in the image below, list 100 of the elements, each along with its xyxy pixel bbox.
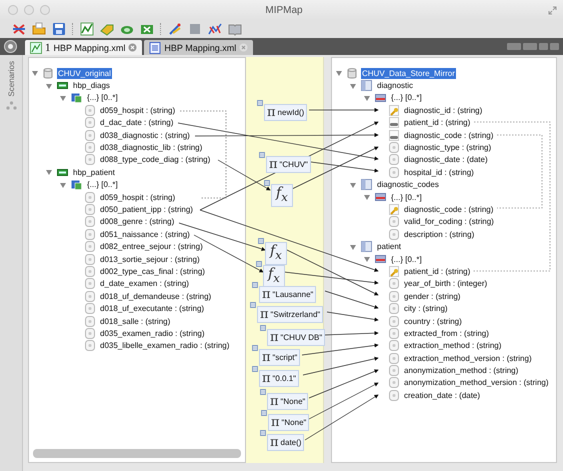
tree-item[interactable]: d_dac_date : (string) [99, 117, 174, 128]
node-handle-icon[interactable] [261, 410, 267, 416]
square-icon[interactable] [188, 22, 202, 36]
book-icon[interactable] [228, 22, 242, 36]
tree-item[interactable]: d002_type_cas_final : (string) [99, 266, 206, 277]
tree-item[interactable]: diagnostic [376, 80, 414, 92]
tree-item[interactable]: d059_hospit : (string) [99, 104, 176, 116]
tree-item[interactable]: diagnostic_date : (date) [403, 154, 489, 166]
tree-item[interactable]: d038_diagnostic : (string) [99, 130, 191, 141]
wand-icon[interactable] [168, 22, 182, 36]
tree-item[interactable]: d082_entree_sejour : (string) [99, 241, 204, 252]
node-handle-icon[interactable] [260, 430, 266, 436]
tree-item[interactable]: d013_sortie_sejour : (string) [99, 254, 201, 265]
tree-item[interactable]: d059_hospit : (string) [99, 192, 176, 203]
tree-item[interactable]: d050_patient_ipp : (string) [99, 204, 194, 215]
tree-item[interactable]: {...} [0..*] [390, 254, 423, 265]
minimize-button[interactable] [24, 5, 34, 15]
tree-item[interactable]: extracted_from : (string) [403, 328, 490, 339]
scenarios-label[interactable]: Scenarios [6, 61, 16, 97]
expand-arrow-icon[interactable] [363, 94, 371, 102]
tree-item[interactable]: anonymization_method : (string) [403, 365, 520, 376]
tree-item[interactable]: diagnostic_code : (string) [403, 204, 494, 215]
tree-item[interactable]: d038_diagnostic_lib : (string) [99, 142, 204, 154]
node-handle-icon[interactable] [252, 282, 258, 288]
close-icon[interactable] [239, 43, 248, 52]
node-handle-icon[interactable] [250, 302, 256, 308]
tree-item[interactable]: CHUV_Data_Store_Mirror [361, 68, 456, 79]
tree-item[interactable]: d088_type_code_diag : (string) [99, 154, 212, 166]
cross-chart-icon[interactable] [12, 22, 26, 36]
expand-arrow-icon[interactable] [363, 193, 371, 202]
tree-item[interactable]: d051_naissance : (string) [99, 228, 191, 240]
chart-icon[interactable] [208, 22, 222, 36]
node-handle-icon[interactable] [258, 238, 264, 244]
tree-item[interactable]: hospital_id : (string) [403, 166, 475, 178]
close-button[interactable] [8, 5, 18, 15]
document-tab[interactable]: HBP Mapping.xml [144, 40, 254, 55]
node-handle-icon[interactable] [252, 366, 258, 372]
tree-item[interactable]: valid_for_coding : (string) [403, 216, 495, 228]
scrollbar-thumb[interactable] [33, 449, 241, 458]
node-handle-icon[interactable] [264, 180, 270, 186]
tree-item[interactable]: country : (string) [403, 316, 463, 326]
function-node[interactable]: f$_{x}$ [265, 242, 287, 265]
tree-item[interactable]: d_date_examen : (string) [99, 278, 190, 290]
table-icon[interactable] [140, 22, 154, 36]
tree-item[interactable]: d018_salle : (string) [99, 316, 172, 326]
function-node[interactable]: f$_{x}$ [263, 265, 285, 288]
tree-item[interactable]: d018_uf_demandeuse : (string) [99, 290, 212, 302]
expand-arrow-icon[interactable] [59, 94, 67, 102]
tree-item[interactable]: hbp_patient [72, 166, 116, 178]
node-handle-icon[interactable] [260, 325, 266, 331]
expand-arrow-icon[interactable] [45, 168, 53, 176]
close-icon[interactable] [128, 43, 138, 52]
tree-item[interactable]: diagnostic_id : (string) [403, 104, 484, 116]
node-handle-icon[interactable] [260, 389, 266, 395]
document-tab[interactable]: 1 HBP Mapping.xml [25, 40, 142, 55]
expand-arrow-icon[interactable] [335, 69, 343, 78]
expand-arrow-icon[interactable] [363, 255, 371, 264]
tree-item[interactable]: d035_libelle_examen_radio : (string) [99, 340, 230, 352]
tree-item[interactable]: patient_id : (string) [403, 117, 472, 128]
fullscreen-icon[interactable] [548, 6, 557, 14]
tree-item[interactable]: {...} [0..*] [390, 92, 423, 104]
tree-item[interactable]: gender : (string) [403, 290, 462, 302]
tree-item[interactable]: city : (string) [403, 303, 449, 314]
tree-item[interactable]: d008_genre : (string) [99, 216, 176, 228]
function-node[interactable]: f$_{x}$ [271, 184, 293, 207]
field-icon [85, 340, 95, 352]
tree-item[interactable]: patient [376, 241, 402, 252]
node-handle-icon[interactable] [259, 152, 265, 158]
tree-item[interactable]: patient_id : (string) [403, 266, 472, 277]
tree-item[interactable]: d018_uf_executante : (string) [99, 303, 206, 314]
expand-arrow-icon[interactable] [59, 180, 67, 189]
folder-icon[interactable] [32, 22, 46, 36]
tree-item[interactable]: year_of_birth : (integer) [403, 278, 488, 290]
tree-item[interactable]: {...} [0..*] [86, 92, 119, 104]
expand-arrow-icon[interactable] [45, 82, 53, 90]
tree-item[interactable]: diagnostic_type : (string) [403, 142, 492, 154]
zoom-button[interactable] [40, 5, 50, 15]
tree-item[interactable]: anonymization_method_version : (string) [403, 377, 550, 388]
save-icon[interactable] [52, 22, 66, 36]
tree-item[interactable]: diagnostic_code : (string) [403, 130, 494, 141]
tree-item[interactable]: d035_examen_radio : (string) [99, 328, 206, 339]
tree-item[interactable]: {...} [0..*] [86, 179, 119, 190]
tree-item[interactable]: hbp_diags [72, 80, 111, 92]
tree-item[interactable]: extraction_method_version : (string) [403, 352, 533, 364]
node-handle-icon[interactable] [256, 261, 262, 267]
tag-icon[interactable] [100, 22, 114, 36]
chart-icon[interactable] [80, 22, 94, 36]
tree-item[interactable]: {...} [0..*] [390, 192, 423, 203]
tree-item[interactable]: creation_date : (date) [403, 390, 482, 401]
expand-arrow-icon[interactable] [349, 180, 357, 189]
tree-item[interactable]: description : (string) [403, 228, 476, 240]
scenario-icon[interactable] [4, 40, 17, 53]
tree-item[interactable]: CHUV_original [57, 68, 112, 79]
expand-arrow-icon[interactable] [349, 242, 357, 251]
tree-item[interactable]: diagnostic_codes [376, 179, 440, 190]
tree-item[interactable]: extraction_method : (string) [403, 340, 502, 352]
node-handle-icon[interactable] [252, 345, 258, 351]
expand-arrow-icon[interactable] [31, 69, 39, 78]
node-handle-icon[interactable] [257, 100, 263, 106]
expand-arrow-icon[interactable] [349, 82, 357, 90]
